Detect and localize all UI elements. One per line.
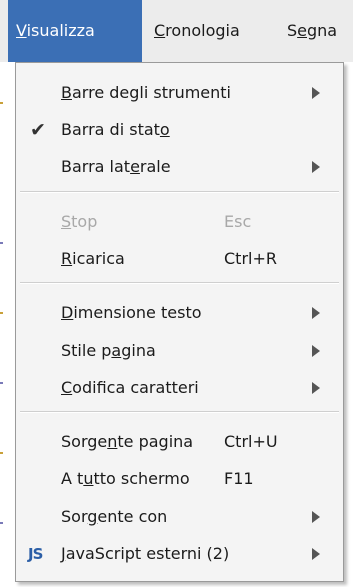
menu-item-label: JavaScript esterni (2): [61, 544, 230, 563]
menu-item-shortcut: Esc: [224, 212, 252, 231]
submenu-arrow-icon: [312, 307, 320, 319]
menu-item-barre-strumenti[interactable]: Barre degli strumenti: [16, 75, 343, 111]
menu-item-shortcut: Ctrl+R: [224, 249, 277, 268]
menu-item-dimensione-testo[interactable]: Dimensione testo: [16, 295, 343, 331]
menu-item-label: Dimensione testo: [61, 303, 202, 322]
menu-item-barra-stato[interactable]: ✔ Barra di stato: [16, 112, 343, 148]
menu-item-label: Barre degli strumenti: [61, 83, 231, 102]
menu-segnalibri[interactable]: Segna: [287, 0, 353, 62]
submenu-arrow-icon: [312, 87, 320, 99]
menu-item-sorgente-pagina[interactable]: Sorgente pagina Ctrl+U: [16, 424, 343, 460]
menu-item-label: Ricarica: [61, 249, 125, 268]
menu-separator: [20, 191, 339, 193]
menu-item-label: Stop: [61, 212, 98, 231]
submenu-arrow-icon: [312, 511, 320, 523]
menu-item-ricarica[interactable]: Ricarica Ctrl+R: [16, 241, 343, 277]
menu-item-label: Stile pagina: [61, 341, 156, 360]
menu-item-stile-pagina[interactable]: Stile pagina: [16, 333, 343, 369]
submenu-arrow-icon: [312, 161, 320, 173]
menu-item-shortcut: Ctrl+U: [224, 432, 278, 451]
check-icon: ✔: [30, 119, 46, 141]
submenu-arrow-icon: [312, 548, 320, 560]
menu-visualizza[interactable]: Visualizza: [8, 0, 142, 62]
menu-item-label: Barra laterale: [61, 157, 171, 176]
menu-item-stop: Stop Esc: [16, 204, 343, 240]
menu-item-label: Sorgente con: [61, 507, 168, 526]
menu-item-codifica-caratteri[interactable]: Codifica caratteri: [16, 370, 343, 406]
menu-separator: [20, 411, 339, 413]
menu-separator: [20, 282, 339, 284]
menu-item-label: Barra di stato: [61, 120, 170, 139]
menu-bar: Visualizza Cronologia Segna: [0, 0, 353, 62]
menu-item-label: A tutto schermo: [61, 469, 190, 488]
visualizza-dropdown-menu: Barre degli strumenti ✔ Barra di stato Barr…: [15, 62, 344, 582]
menu-item-barra-laterale[interactable]: Barra laterale: [16, 149, 343, 185]
background-window-edge: [0, 62, 8, 587]
menu-item-a-tutto-schermo[interactable]: A tutto schermo F11: [16, 461, 343, 497]
javascript-icon: JS: [28, 545, 43, 563]
submenu-arrow-icon: [312, 382, 320, 394]
menu-item-label: Codifica caratteri: [61, 378, 199, 397]
menu-cronologia[interactable]: Cronologia: [154, 0, 240, 62]
menu-item-sorgente-con[interactable]: Sorgente con: [16, 499, 343, 535]
menu-item-shortcut: F11: [224, 469, 254, 488]
menu-item-label: Sorgente pagina: [61, 432, 194, 451]
menu-item-javascript-esterni[interactable]: JS JavaScript esterni (2): [16, 536, 343, 572]
submenu-arrow-icon: [312, 345, 320, 357]
